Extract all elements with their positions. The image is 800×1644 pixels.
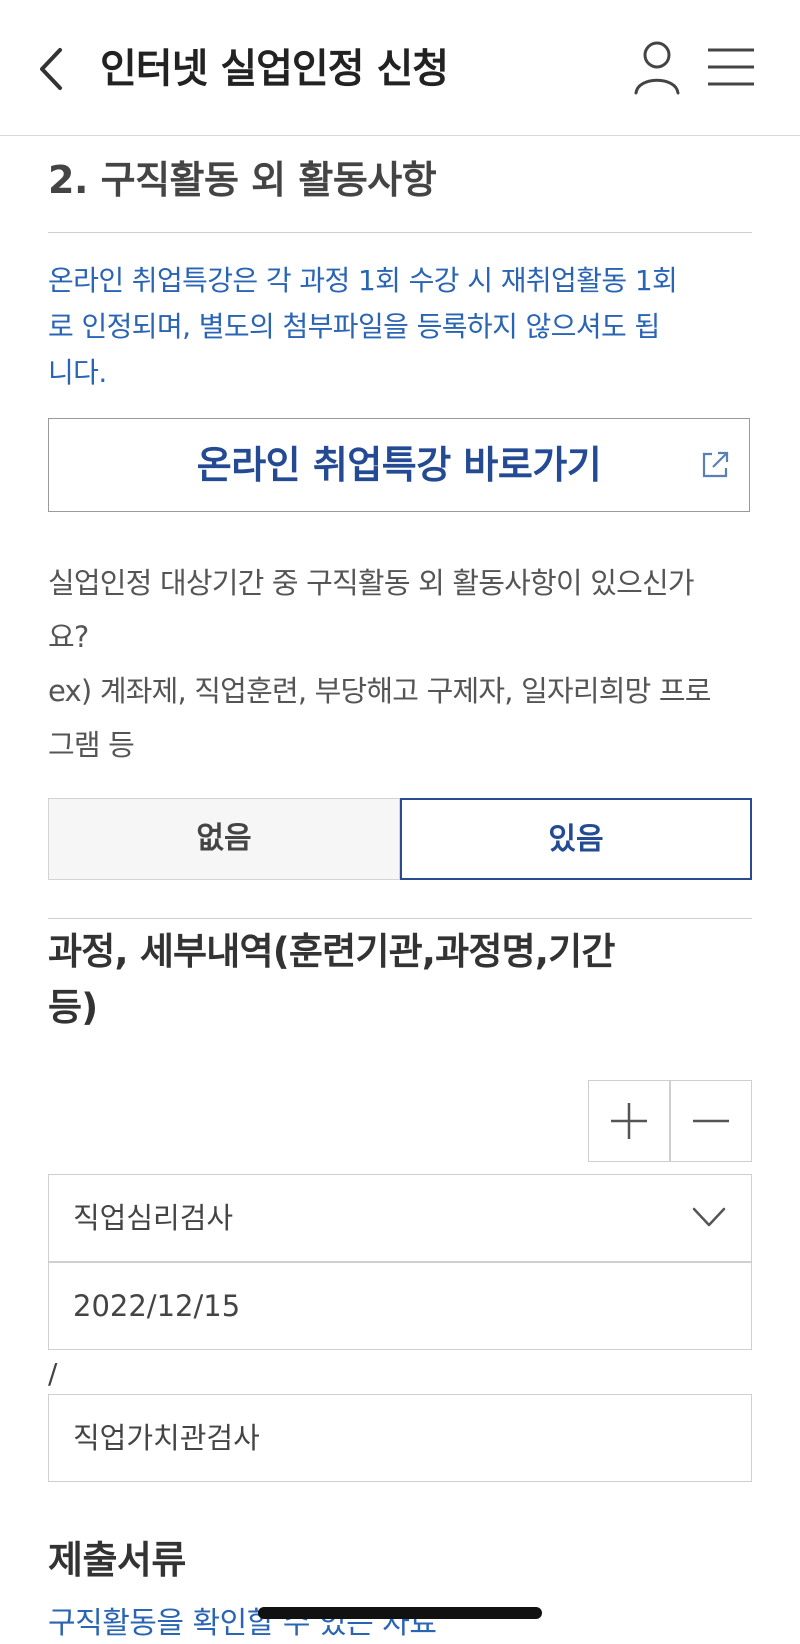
activity-type-value: 직업심리검사 xyxy=(73,1201,234,1235)
hamburger-menu-icon xyxy=(708,48,754,86)
app-header: 인터넷 실업인정 신청 xyxy=(0,0,800,136)
plus-icon xyxy=(611,1103,647,1139)
activity-date-value: 2022/12/15 xyxy=(73,1289,241,1323)
menu-button[interactable] xyxy=(706,46,756,88)
chevron-down-icon xyxy=(692,1207,726,1227)
section-title: 2. 구직활동 외 활동사항 xyxy=(48,158,437,202)
user-icon xyxy=(634,41,680,95)
option-none-button[interactable]: 없음 xyxy=(48,798,400,880)
notice-line: 온라인 취업특강은 각 과정 1회 수강 시 재취업활동 1회 xyxy=(48,264,678,297)
field-separator: / xyxy=(48,1357,58,1390)
external-link-icon xyxy=(702,451,729,478)
activity-date-field[interactable]: 2022/12/15 xyxy=(48,1262,752,1350)
details-title: 과정, 세부내역(훈련기관,과정명,기간 등) xyxy=(48,924,748,1036)
documents-title: 제출서류 xyxy=(48,1538,186,1582)
user-button[interactable] xyxy=(632,38,682,96)
details-title-line: 등) xyxy=(48,986,98,1029)
page-title: 인터넷 실업인정 신청 xyxy=(100,46,449,92)
activity-name-field[interactable]: 직업가치관검사 xyxy=(48,1394,752,1482)
chevron-left-icon xyxy=(40,48,62,90)
details-divider xyxy=(48,918,752,919)
link-button-label: 온라인 취업특강 바로가기 xyxy=(196,443,602,487)
section-divider xyxy=(48,232,752,233)
home-indicator xyxy=(258,1607,542,1619)
notice-line: 니다. xyxy=(48,356,107,389)
add-row-button[interactable] xyxy=(588,1080,670,1162)
minus-icon xyxy=(693,1119,729,1123)
question-line: 요? xyxy=(48,620,89,654)
option-yes-button[interactable]: 있음 xyxy=(400,798,752,880)
activity-question: 실업인정 대상기간 중 구직활동 외 활동사항이 있으신가 요? ex) 계좌제… xyxy=(48,556,758,772)
notice-line: 로 인정되며, 별도의 첨부파일을 등록하지 않으셔도 됩 xyxy=(48,310,660,343)
online-lecture-link-button[interactable]: 온라인 취업특강 바로가기 xyxy=(48,418,750,512)
question-line: 그램 등 xyxy=(48,728,135,762)
question-line: ex) 계좌제, 직업훈련, 부당해고 구제자, 일자리희망 프로 xyxy=(48,674,711,708)
activity-type-select[interactable]: 직업심리검사 xyxy=(48,1174,752,1262)
activity-name-value: 직업가치관검사 xyxy=(73,1421,260,1455)
details-title-line: 과정, 세부내역(훈련기관,과정명,기간 xyxy=(48,930,615,973)
remove-row-button[interactable] xyxy=(670,1080,752,1162)
online-lecture-notice: 온라인 취업특강은 각 과정 1회 수강 시 재취업활동 1회 로 인정되며, … xyxy=(48,258,758,396)
question-line: 실업인정 대상기간 중 구직활동 외 활동사항이 있으신가 xyxy=(48,566,695,600)
back-button[interactable] xyxy=(30,44,74,94)
